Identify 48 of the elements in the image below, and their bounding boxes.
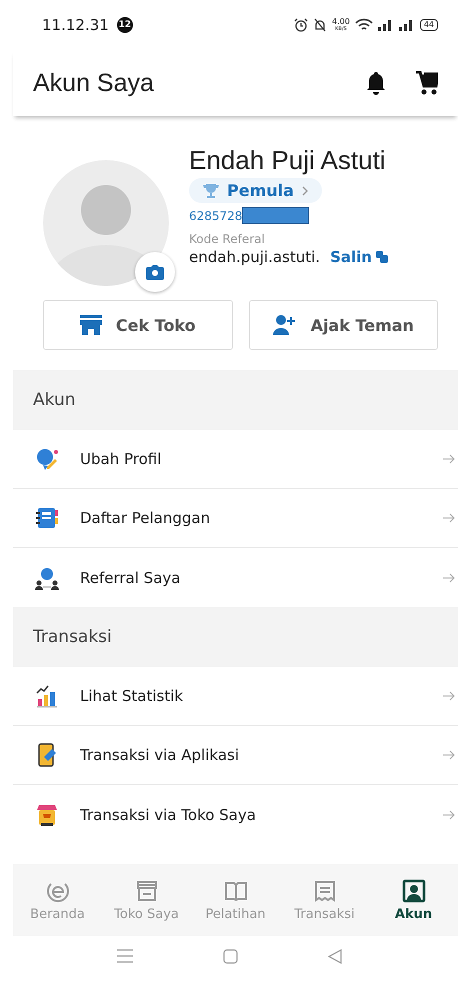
chevron-right-icon [302, 186, 308, 196]
arrow-right-icon [443, 810, 455, 820]
notification-count: 12 [116, 17, 133, 33]
arrow-right-icon [443, 454, 455, 464]
shop-cart-icon [35, 802, 59, 826]
arrow-right-icon [443, 750, 455, 760]
alarm-icon [294, 18, 308, 32]
cart-icon [416, 71, 438, 95]
invite-friend-button[interactable]: Ajak Teman [248, 300, 438, 350]
arrow-right-icon [443, 513, 455, 523]
copy-icon [376, 251, 388, 263]
battery-level: 44 [420, 19, 438, 31]
receipt-icon [312, 878, 336, 902]
section-title: Transaksi [33, 627, 112, 647]
change-photo-button[interactable] [135, 252, 175, 292]
bell-muted-icon [313, 18, 327, 32]
camera-icon [146, 264, 164, 280]
menu-icon [116, 949, 132, 963]
arrow-right-icon [443, 691, 455, 701]
user-name: Endah Puji Astuti [189, 144, 386, 176]
copy-button[interactable]: Salin [330, 248, 388, 266]
arrow-right-icon [443, 572, 455, 582]
profile-edit-icon [35, 447, 59, 471]
trophy-icon [203, 182, 219, 198]
notification-button[interactable] [366, 71, 386, 95]
people-network-icon [35, 566, 59, 590]
level-badge[interactable]: Pemula [189, 178, 322, 203]
bell-icon [366, 71, 386, 95]
back-icon [328, 948, 342, 964]
store-icon [134, 878, 158, 902]
phone-number: 6285728 [189, 208, 242, 222]
account-icon [402, 878, 426, 902]
clock: 11.12.31 [42, 16, 109, 34]
home-icon [222, 948, 238, 964]
cart-button[interactable] [416, 71, 438, 95]
notebook-icon [35, 506, 59, 530]
nav-tab[interactable]: Akun [369, 878, 458, 922]
check-store-button[interactable]: Cek Toko [43, 300, 232, 350]
wifi-icon [354, 18, 373, 32]
page-title: Akun Saya [33, 68, 155, 98]
store-icon [80, 315, 102, 335]
referral-code: endah.puji.astuti. [189, 248, 320, 266]
signal-icon [398, 19, 415, 31]
signal-icon [378, 19, 394, 31]
bar-chart-icon [35, 684, 59, 708]
section-title: Akun [33, 390, 76, 410]
add-person-icon [272, 315, 297, 335]
referral-label: Kode Referal [189, 232, 265, 246]
